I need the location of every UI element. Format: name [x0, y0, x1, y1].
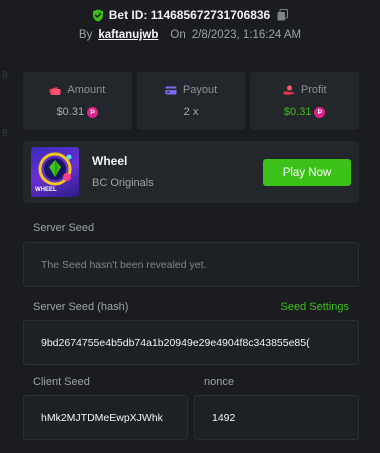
server-seed-hash-value: 9bd2674755e4b5db74a1b20949e29e4904f8c343…	[41, 336, 310, 349]
side-decoration: 8	[2, 128, 8, 139]
server-seed-hash-label: Server Seed (hash)	[33, 301, 129, 313]
bet-stats: Amount $0.31 Þ Payout 2 x Profit $0.31 Þ	[23, 72, 360, 130]
stat-payout: Payout 2 x	[136, 72, 246, 130]
server-seed-label: Server Seed	[33, 222, 95, 234]
bet-id-row: Bet ID: 114685672731706836	[0, 6, 380, 24]
side-decoration: ,	[372, 72, 375, 83]
shield-check-icon	[92, 9, 103, 21]
money-stack-icon	[49, 86, 61, 95]
by-label: By	[78, 29, 93, 41]
game-card: WHEEL Wheel BC Originals Play Now	[23, 141, 359, 203]
bet-id-text: Bet ID: 114685672731706836	[108, 8, 271, 22]
client-seed-field[interactable]: hMk2MJTDMeEwpXJWhk	[23, 395, 188, 440]
bet-details-panel: 8 8 , Bet ID: 114685672731706836 By kaft…	[0, 0, 380, 453]
server-seed-field: The Seed hasn't been revealed yet.	[23, 242, 359, 287]
bet-datetime: 2/8/2023, 1:16:24 AM	[191, 29, 302, 41]
client-seed-value: hMk2MJTDMeEwpXJWhk	[41, 411, 163, 424]
nonce-value: 1492	[212, 411, 236, 424]
game-provider: BC Originals	[92, 177, 154, 189]
stat-profit-label: Profit	[300, 84, 327, 96]
nonce-label: nonce	[204, 376, 234, 388]
stat-amount-label: Amount	[67, 84, 106, 96]
card-icon	[165, 86, 177, 94]
server-seed-hash-field[interactable]: 9bd2674755e4b5db74a1b20949e29e4904f8c343…	[23, 320, 359, 365]
game-name: Wheel	[92, 154, 128, 168]
stat-payout-value: 2 x	[183, 106, 199, 118]
stat-payout-label: Payout	[182, 84, 218, 96]
server-seed-value: The Seed hasn't been revealed yet.	[41, 258, 207, 271]
bcd-coin-icon: Þ	[87, 106, 99, 118]
copy-icon[interactable]	[277, 9, 289, 21]
wheel-game-thumbnail[interactable]: WHEEL	[31, 147, 79, 197]
nonce-field[interactable]: 1492	[194, 395, 359, 440]
hand-coin-icon	[283, 85, 295, 95]
stat-profit: Profit $0.31 Þ	[250, 72, 360, 130]
client-seed-label: Client Seed	[33, 376, 90, 388]
play-now-button[interactable]: Play Now	[263, 159, 351, 186]
stat-amount: Amount $0.31 Þ	[23, 72, 132, 130]
seed-settings-link[interactable]: Seed Settings	[281, 301, 350, 313]
username-link[interactable]: kaftanujwb	[98, 29, 158, 41]
bet-author-row: By kaftanujwb On 2/8/2023, 1:16:24 AM	[0, 27, 380, 43]
side-decoration: 8	[2, 70, 8, 81]
stat-amount-value: $0.31	[56, 106, 85, 118]
thumbnail-label: WHEEL	[35, 187, 57, 193]
on-label: On	[170, 29, 186, 41]
stat-profit-value: $0.31	[283, 106, 312, 118]
bcd-coin-icon: Þ	[314, 106, 326, 118]
